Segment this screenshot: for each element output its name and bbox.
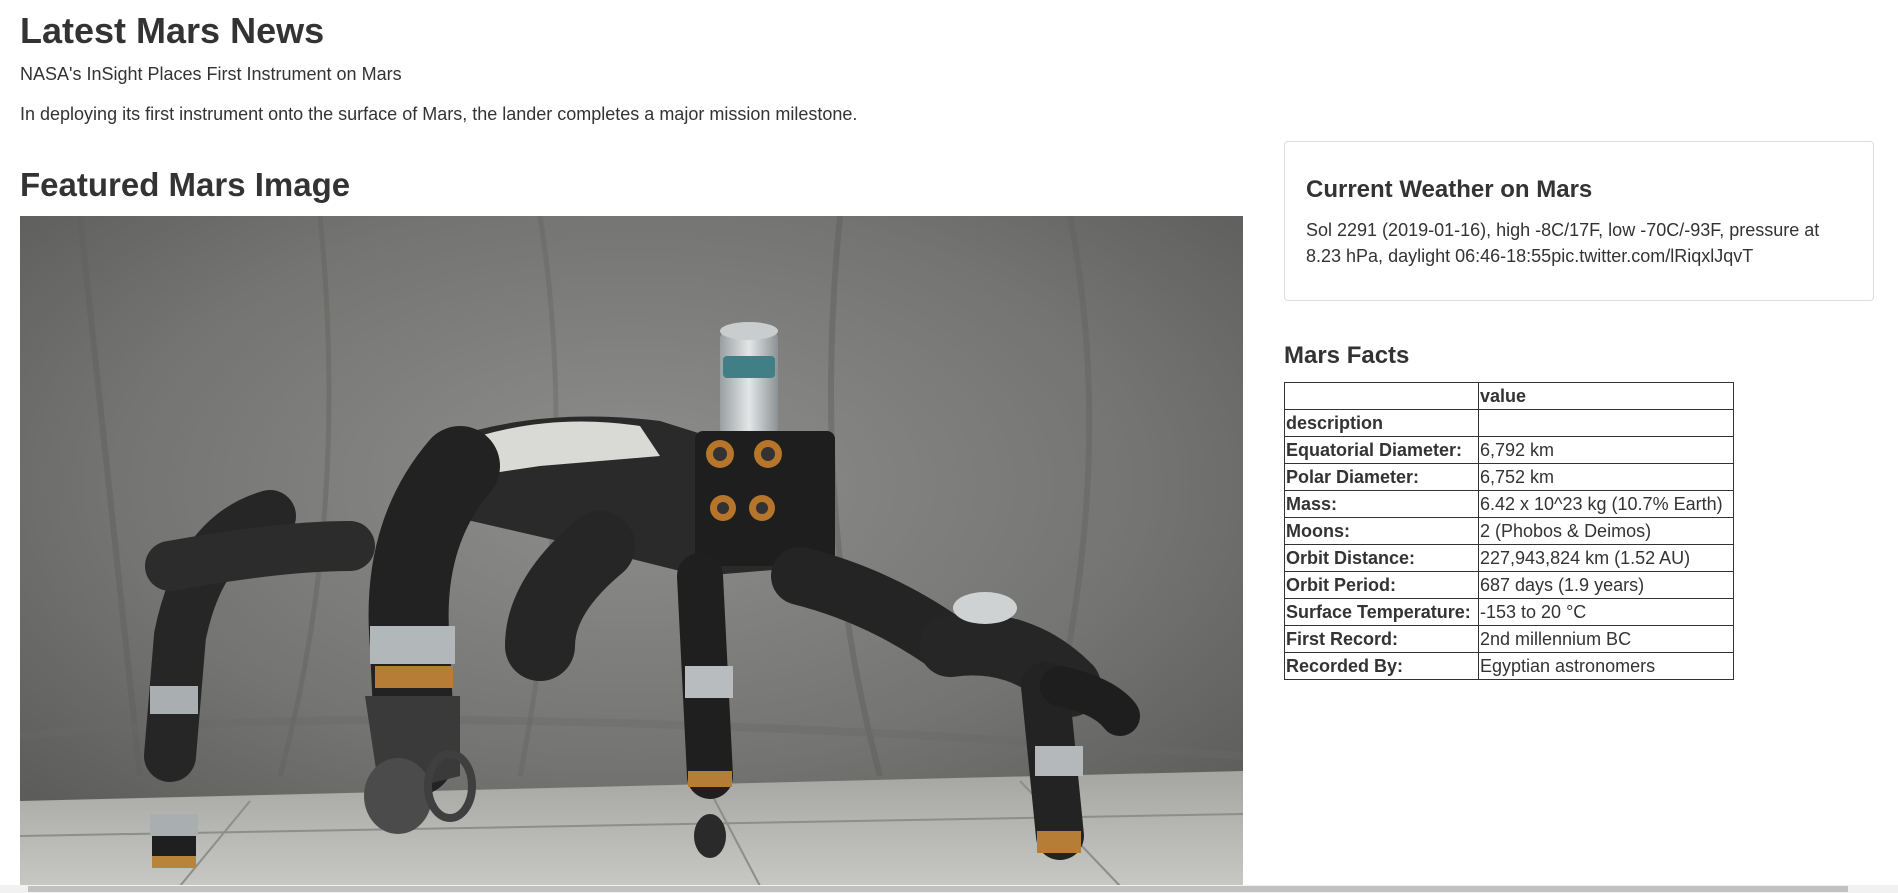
fact-label: Mass: [1284,490,1479,518]
fact-value: 2 (Phobos & Deimos) [1478,517,1734,545]
fact-value: 6,752 km [1478,463,1734,491]
horizontal-scrollbar[interactable] [0,885,1898,893]
table-row: Orbit Distance: 227,943,824 km (1.52 AU) [1284,544,1734,572]
facts-title: Mars Facts [1284,342,1410,369]
table-row: First Record: 2nd millennium BC [1284,625,1734,653]
fact-label: Moons: [1284,517,1479,545]
fact-label: Equatorial Diameter: [1284,436,1479,464]
fact-value: 227,943,824 km (1.52 AU) [1478,544,1734,572]
fact-value: 2nd millennium BC [1478,625,1734,653]
table-row: Surface Temperature: -153 to 20 °C [1284,598,1734,626]
fact-value: -153 to 20 °C [1478,598,1734,626]
fact-label: Polar Diameter: [1284,463,1479,491]
table-header-row: description [1284,409,1734,437]
news-title[interactable]: NASA's InSight Places First Instrument o… [20,64,402,85]
fact-label: Orbit Distance: [1284,544,1479,572]
fact-label: First Record: [1284,625,1479,653]
featured-heading: Featured Mars Image [20,166,351,203]
table-header-value: value [1478,382,1734,410]
fact-label: Surface Temperature: [1284,598,1479,626]
news-teaser: In deploying its first instrument onto t… [20,104,858,124]
weather-card: Current Weather on Mars Sol 2291 (2019-0… [1284,141,1874,301]
news-heading: Latest Mars News [20,10,325,51]
table-header-row: value [1284,382,1734,410]
table-row: Recorded By: Egyptian astronomers [1284,652,1734,680]
weather-title: Current Weather on Mars [1306,176,1593,203]
table-header-description: description [1284,409,1479,437]
fact-label: Recorded By: [1284,652,1479,680]
table-row: Orbit Period: 687 days (1.9 years) [1284,571,1734,599]
table-row: Mass: 6.42 x 10^23 kg (10.7% Earth) [1284,490,1734,518]
fact-value: Egyptian astronomers [1478,652,1734,680]
weather-text: Sol 2291 (2019-01-16), high -8C/17F, low… [1306,220,1820,266]
fact-label: Orbit Period: [1284,571,1479,599]
table-header-blank [1284,382,1479,410]
table-row: Polar Diameter: 6,752 km [1284,463,1734,491]
table-row: Moons: 2 (Phobos & Deimos) [1284,517,1734,545]
facts-table-body: Equatorial Diameter: 6,792 km Polar Diamet… [1284,436,1734,680]
table-header-blank [1478,409,1734,437]
featured-image[interactable] [20,216,1243,886]
fact-value: 687 days (1.9 years) [1478,571,1734,599]
fact-value: 6,792 km [1478,436,1734,464]
table-row: Equatorial Diameter: 6,792 km [1284,436,1734,464]
fact-value: 6.42 x 10^23 kg (10.7% Earth) [1478,490,1734,518]
facts-table: value description Equatorial Diameter: 6,… [1284,382,1734,680]
scrollbar-thumb[interactable] [28,886,1848,892]
robot-photo-icon [20,216,1243,886]
